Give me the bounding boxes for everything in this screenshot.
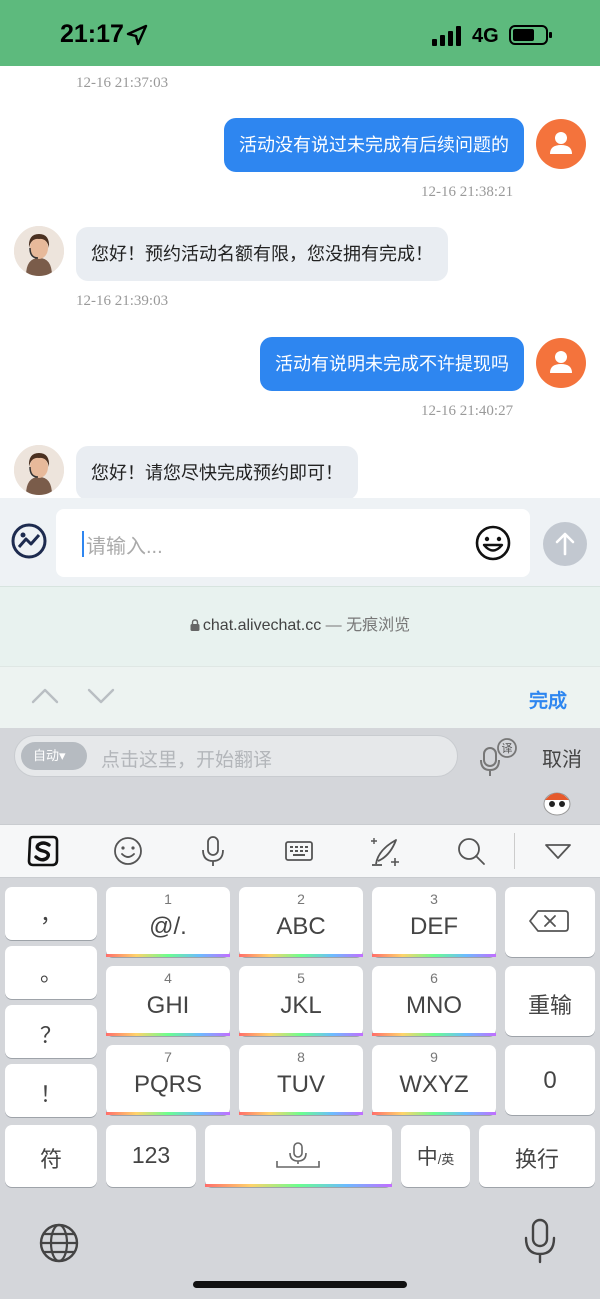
search-icon[interactable]: [454, 834, 488, 868]
agent-avatar: [14, 226, 64, 276]
language-switch-key[interactable]: 中/英: [401, 1125, 470, 1187]
key-1[interactable]: 1 @/.: [106, 887, 230, 957]
space-mic-icon: [276, 1142, 320, 1168]
space-key[interactable]: [205, 1125, 392, 1187]
globe-icon[interactable]: [38, 1222, 80, 1264]
message-timestamp: 12-16 21:37:03: [76, 75, 169, 91]
key-9[interactable]: 9 WXYZ: [372, 1045, 496, 1115]
location-arrow-icon: [126, 24, 148, 46]
key-4[interactable]: 4 GHI: [106, 966, 230, 1036]
dictation-mic-icon[interactable]: [522, 1218, 558, 1264]
reenter-key[interactable]: 重输: [505, 966, 595, 1036]
newline-key[interactable]: 换行: [479, 1125, 595, 1187]
key-question[interactable]: ？: [5, 1005, 97, 1058]
handwriting-icon[interactable]: [368, 834, 402, 868]
done-button[interactable]: 完成: [529, 686, 567, 713]
outgoing-message: 活动有说明未完成不许提现吗: [260, 337, 524, 391]
message-timestamp: 12-16 21:38:21: [421, 184, 514, 200]
outgoing-message: 活动没有说过未完成有后续问题的: [224, 118, 524, 172]
status-bar: 21:17 4G: [0, 0, 600, 66]
agent-avatar-image: [14, 445, 64, 495]
battery-icon: [509, 25, 552, 45]
url-domain: chat.alivechat.cc: [202, 617, 322, 634]
emoji-icon[interactable]: [474, 524, 512, 562]
delete-key[interactable]: [505, 887, 595, 957]
status-time: 21:17: [60, 20, 124, 48]
key-8[interactable]: 8 TUV: [239, 1045, 363, 1115]
key-2[interactable]: 2 ABC: [239, 887, 363, 957]
translate-cancel-button[interactable]: 取消: [542, 743, 582, 772]
message-input[interactable]: 请输入...: [56, 509, 530, 577]
key-7[interactable]: 7 PQRS: [106, 1045, 230, 1115]
user-avatar: [536, 338, 586, 388]
url-display: chat.alivechat.cc — 无痕浏览: [0, 611, 600, 635]
key-comma[interactable]: ，: [5, 887, 97, 940]
emoji-icon[interactable]: [111, 834, 145, 868]
sogou-keyboard: 自动▾ 点击这里，开始翻译 译 取消 ， 。 ？ ！ 1 @/. 2 ABC 3…: [0, 728, 600, 1299]
backspace-icon: [529, 910, 569, 932]
message-input-placeholder: 请输入...: [86, 536, 163, 558]
message-input-bar: 请输入...: [0, 498, 600, 586]
home-indicator[interactable]: [193, 1281, 407, 1288]
private-browsing-label: — 无痕浏览: [321, 617, 411, 634]
keyboard-bottom-bar: [0, 1192, 600, 1299]
message-timestamp: 12-16 21:39:03: [76, 293, 169, 309]
translate-placeholder: 点击这里，开始翻译: [101, 750, 273, 771]
translate-auto-dropdown[interactable]: 自动▾: [21, 742, 87, 770]
translate-input[interactable]: 自动▾ 点击这里，开始翻译: [14, 735, 458, 777]
chevron-down-icon[interactable]: [86, 685, 116, 707]
user-silhouette-icon: [550, 132, 572, 154]
key-exclamation[interactable]: ！: [5, 1064, 97, 1117]
incoming-message: 您好！请您尽快完成预约即可！: [76, 446, 358, 498]
arrow-up-icon: [555, 532, 575, 556]
cellular-signal-icon: [432, 26, 461, 46]
symbol-key[interactable]: 符: [5, 1125, 97, 1187]
microphone-icon[interactable]: [196, 834, 230, 868]
incoming-message: 您好！预约活动名额有限，您没拥有完成！: [76, 227, 448, 281]
message-timestamp: 12-16 21:40:27: [421, 403, 514, 419]
key-period[interactable]: 。: [5, 946, 97, 999]
translate-row: 自动▾ 点击这里，开始翻译 译 取消: [0, 728, 600, 824]
lang-sub: /英: [437, 1152, 455, 1167]
lock-icon: [190, 619, 200, 631]
lang-main: 中: [416, 1146, 438, 1169]
chevron-up-icon[interactable]: [30, 685, 60, 707]
agent-avatar: [14, 445, 64, 495]
user-silhouette-icon: [550, 351, 572, 373]
keyboard-toolbar: [0, 824, 600, 878]
translate-voice-icon[interactable]: 译: [478, 738, 520, 778]
sogou-logo-icon[interactable]: [26, 834, 60, 868]
image-upload-icon[interactable]: [10, 522, 48, 560]
chat-messages[interactable]: 12-16 21:37:03 活动没有说过未完成有后续问题的 12-16 21:…: [0, 66, 600, 498]
sogou-mascot-icon[interactable]: [542, 788, 572, 816]
user-avatar: [536, 119, 586, 169]
key-5[interactable]: 5 JKL: [239, 966, 363, 1036]
key-3[interactable]: 3 DEF: [372, 887, 496, 957]
network-type: 4G: [472, 25, 499, 47]
keyboard-icon[interactable]: [282, 834, 316, 868]
number-mode-key[interactable]: 123: [106, 1125, 196, 1187]
toolbar-divider: [514, 833, 515, 869]
browser-url-bar[interactable]: chat.alivechat.cc — 无痕浏览: [0, 586, 600, 666]
agent-avatar-image: [14, 226, 64, 276]
svg-text:译: 译: [502, 742, 513, 755]
key-6[interactable]: 6 MNO: [372, 966, 496, 1036]
text-caret: [82, 531, 84, 557]
key-0[interactable]: 0: [505, 1045, 595, 1115]
send-button[interactable]: [543, 522, 587, 566]
collapse-keyboard-icon[interactable]: [541, 834, 575, 868]
keyboard-accessory-bar: 完成: [0, 666, 600, 728]
